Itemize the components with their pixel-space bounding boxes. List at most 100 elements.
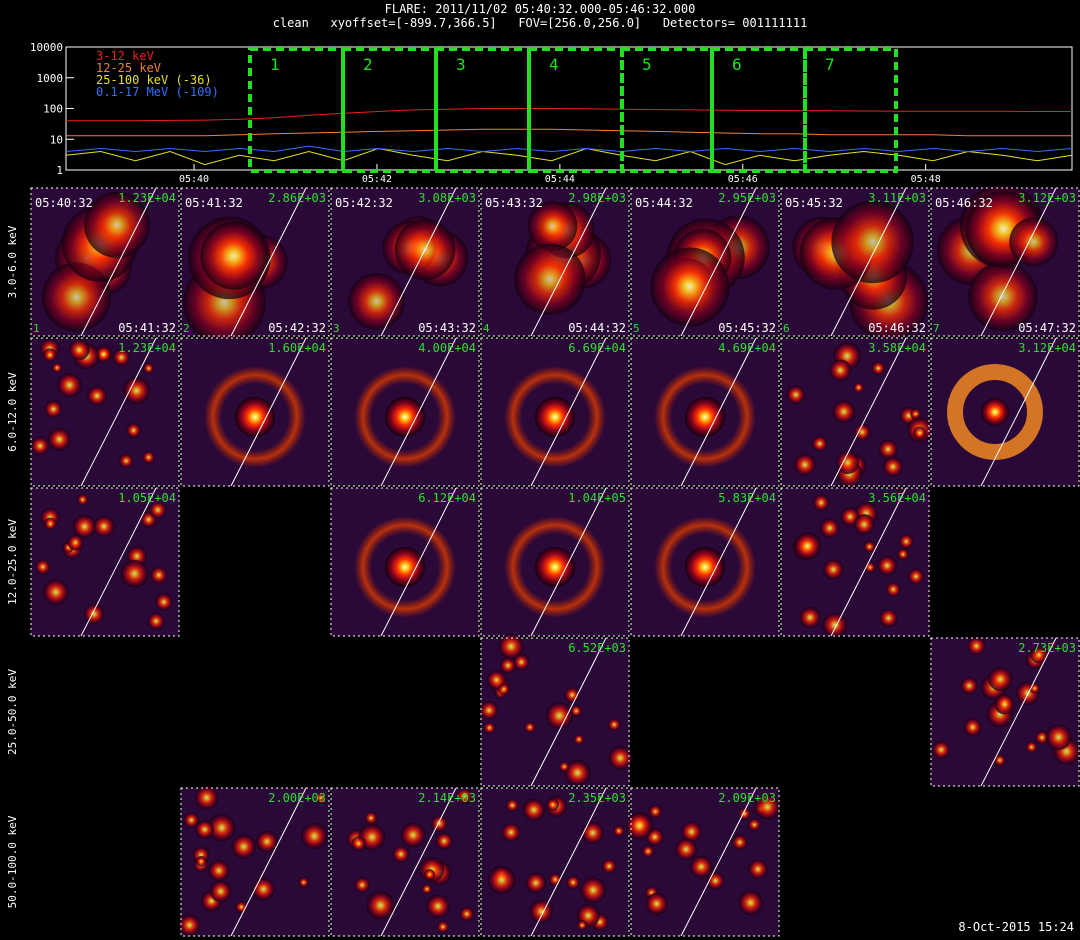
noise-blob [1053, 738, 1080, 765]
emission-blob [661, 258, 714, 312]
noise-blob [513, 654, 530, 671]
source-blob [235, 397, 275, 437]
noise-blob [421, 883, 433, 895]
interval-label: 1 [270, 55, 280, 74]
emission-blob [1009, 217, 1059, 267]
noise-blob [793, 453, 816, 476]
limb-line [680, 187, 757, 337]
emission-blob [666, 218, 745, 297]
y-tick-label: 1 [56, 164, 63, 177]
noise-blob [366, 891, 395, 920]
noise-blob [994, 694, 1015, 715]
noise-blob [570, 705, 583, 717]
panel-frame [480, 187, 630, 337]
image-panel: 2.00E+03 [178, 785, 330, 937]
noise-blob [820, 518, 840, 538]
panel-background [481, 638, 629, 786]
ring-structure [947, 364, 1043, 460]
image-panel: 6.12E+04 [330, 487, 480, 637]
noise-blob [601, 858, 617, 874]
x-tick-label: 05:46 [728, 174, 758, 185]
panel-end-time: 05:44:32 [568, 321, 626, 335]
panel-frame [630, 487, 780, 637]
noise-blob [748, 818, 761, 831]
noise-blob [493, 865, 510, 882]
noise-blob [57, 372, 82, 398]
noise-blob [192, 846, 210, 864]
panel-background [931, 188, 1079, 336]
interval-box [434, 47, 531, 173]
panel-max: 3.56E+04 [868, 491, 926, 505]
panel-max: 4.69E+04 [718, 341, 776, 355]
noise-blob [483, 721, 496, 734]
noise-blob [351, 836, 366, 851]
ring-artifact [195, 357, 315, 477]
panel-end-time: 05:43:32 [418, 321, 476, 335]
noise-blob [910, 408, 921, 420]
image-panel: 3.56E+04 [780, 487, 930, 638]
panel-frame [330, 337, 480, 487]
noise-blob [836, 460, 863, 487]
image-panel: 1.23E+04 05:40:32 05:41:32 1 [30, 187, 180, 337]
noise-blob [591, 913, 609, 931]
y-tick-label: 100 [43, 103, 63, 116]
panel-max: 6.69E+04 [568, 341, 626, 355]
plot-title: FLARE: 2011/11/02 05:40:32.000-05:46:32.… [384, 2, 696, 16]
panel-background [781, 338, 929, 486]
panel-frame [30, 187, 180, 337]
limb-line [80, 337, 157, 487]
noise-blob [35, 559, 51, 575]
image-panel: 6.69E+04 [480, 337, 630, 487]
noise-blob [748, 859, 768, 879]
panel-max: 1.23E+04 [118, 341, 176, 355]
panel-max: 3.11E+03 [868, 191, 926, 205]
noise-blob [681, 821, 702, 843]
panel-frame [180, 787, 330, 937]
noise-blob [792, 535, 818, 560]
noise-blob [95, 346, 112, 363]
noise-blob [871, 361, 886, 376]
source-blob [385, 397, 425, 437]
noise-blob [1025, 741, 1038, 753]
panel-max: 6.12E+04 [418, 491, 476, 505]
panel-max: 2.14E+03 [418, 791, 476, 805]
noise-blob [786, 385, 806, 404]
panel-background [631, 188, 779, 336]
noise-blob [120, 559, 149, 588]
noise-blob [487, 670, 506, 690]
noise-blob [424, 869, 436, 880]
limb-line [380, 787, 457, 937]
noise-blob [195, 820, 214, 839]
noise-blob [315, 792, 327, 804]
panel-index: 3 [333, 322, 340, 335]
emission-blob [525, 216, 601, 292]
source-blob [981, 398, 1009, 426]
noise-blob [147, 612, 165, 630]
noise-blob [195, 856, 207, 867]
noise-blob [738, 890, 763, 915]
panel-start-time: 05:45:32 [785, 196, 843, 210]
timestamp: 8-Oct-2015 15:24 [958, 920, 1074, 934]
noise-blob [498, 633, 524, 659]
noise-blob [354, 877, 370, 893]
noise-blob [988, 667, 1013, 692]
noise-blob [853, 423, 871, 441]
panel-index: 1 [33, 322, 40, 335]
panel-frame [180, 337, 330, 487]
panel-index: 5 [633, 322, 640, 335]
ring-artifact [345, 507, 465, 627]
noise-blob [843, 454, 866, 477]
noise-blob [62, 539, 82, 559]
emission-blob [54, 224, 122, 292]
row-label: 50.0-100.0 keV [6, 815, 19, 908]
noise-blob [500, 657, 516, 674]
noise-blob [608, 746, 633, 770]
noise-blob [625, 812, 653, 840]
limb-line [380, 337, 457, 487]
lightcurve-plot: 1 10 100 1000 10000 05:40 05:42 05:44 05:46 05:48… [30, 41, 1073, 185]
emission-blob [411, 229, 469, 287]
panel-background [31, 188, 179, 336]
panel-start-time: 05:42:32 [335, 196, 393, 210]
image-panel: 2.95E+03 05:44:32 05:45:32 5 [630, 187, 780, 337]
noise-blob [524, 721, 536, 733]
